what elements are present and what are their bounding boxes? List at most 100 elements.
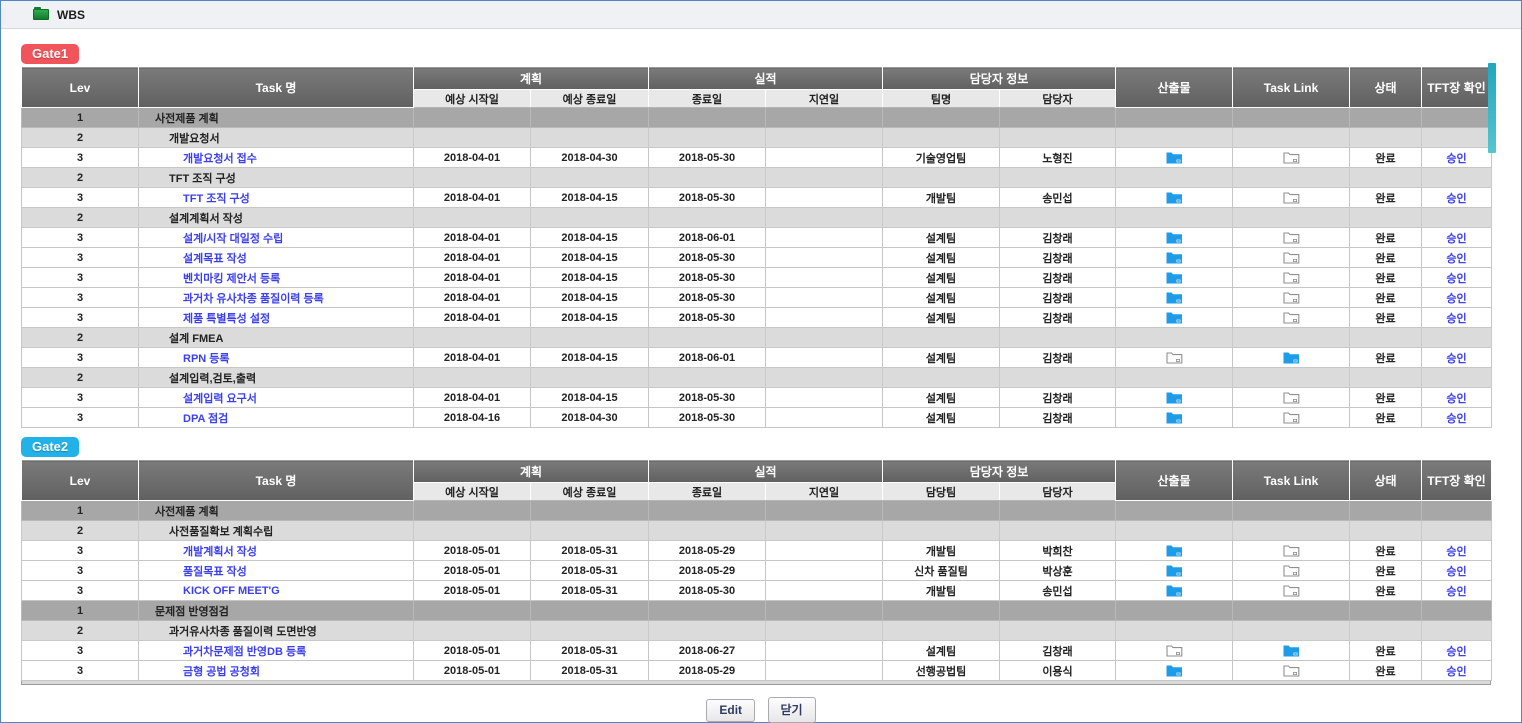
folder-gray-icon[interactable]	[1283, 664, 1300, 677]
folder-gray-icon[interactable]	[1283, 584, 1300, 597]
lev-cell: 3	[22, 348, 139, 368]
lev-cell: 3	[22, 268, 139, 288]
team-cell	[883, 168, 1000, 188]
status-cell: 완료	[1350, 228, 1422, 248]
folder-blue-icon[interactable]	[1166, 291, 1183, 304]
folder-blue-icon[interactable]	[1166, 411, 1183, 424]
approve-link[interactable]: 승인	[1446, 646, 1466, 658]
approve-link[interactable]: 승인	[1446, 273, 1466, 285]
folder-gray-icon[interactable]	[1283, 291, 1300, 304]
task-link-cell	[1233, 168, 1350, 188]
task-name-link[interactable]: 설계목표 작성	[139, 250, 247, 266]
task-name-link[interactable]: 개발요청서 접수	[139, 150, 257, 166]
person-cell: 송민섭	[1000, 188, 1116, 208]
folder-blue-icon[interactable]	[1166, 391, 1183, 404]
person-cell: 김창래	[1000, 288, 1116, 308]
output-cell	[1116, 268, 1233, 288]
task-name-link[interactable]: KICK OFF MEET'G	[139, 585, 280, 597]
lev-cell: 3	[22, 408, 139, 428]
folder-gray-icon[interactable]	[1283, 191, 1300, 204]
task-name-link[interactable]: 벤치마킹 제안서 등록	[139, 270, 280, 286]
folder-blue-icon[interactable]	[1166, 664, 1183, 677]
folder-gray-icon[interactable]	[1283, 151, 1300, 164]
folder-blue-icon[interactable]	[1166, 564, 1183, 577]
task-name-label: 과거유사차종 품질이력 도면반영	[139, 623, 317, 639]
approve-link[interactable]: 승인	[1446, 586, 1466, 598]
plan-end-cell: 2018-05-31	[531, 641, 649, 661]
task-link-cell	[1233, 521, 1350, 541]
approve-link[interactable]: 승인	[1446, 393, 1466, 405]
lev-cell: 3	[22, 641, 139, 661]
task-name-link[interactable]: 과거차문제점 반영DB 등록	[139, 643, 306, 659]
close-button[interactable]: 닫기	[768, 697, 816, 723]
approve-link[interactable]: 승인	[1446, 193, 1466, 205]
task-cell: RPN 등록	[139, 348, 414, 368]
edit-button[interactable]: Edit	[706, 699, 755, 722]
approve-link[interactable]: 승인	[1446, 546, 1466, 558]
folder-gray-icon[interactable]	[1283, 311, 1300, 324]
folder-blue-icon[interactable]	[1166, 311, 1183, 324]
plan-start-cell: 2018-04-01	[414, 308, 531, 328]
approve-link[interactable]: 승인	[1446, 293, 1466, 305]
plan-end-cell: 2018-04-30	[531, 408, 649, 428]
lev-cell: 3	[22, 661, 139, 681]
folder-blue-icon[interactable]	[1166, 231, 1183, 244]
task-name-link[interactable]: 금형 공법 공청회	[139, 663, 260, 679]
scrollbar-thumb[interactable]	[1488, 63, 1496, 153]
folder-gray-icon[interactable]	[1283, 251, 1300, 264]
folder-gray-icon[interactable]	[1283, 391, 1300, 404]
folder-gray-icon[interactable]	[1166, 644, 1183, 657]
task-name-link[interactable]: 과거차 유사차종 품질이력 등록	[139, 290, 324, 306]
folder-gray-icon[interactable]	[1283, 231, 1300, 244]
approve-link[interactable]: 승인	[1446, 253, 1466, 265]
approve-link[interactable]: 승인	[1446, 233, 1466, 245]
task-cell: 금형 공법 공청회	[139, 661, 414, 681]
task-name-link[interactable]: TFT 조직 구성	[139, 190, 250, 206]
folder-gray-icon[interactable]	[1283, 271, 1300, 284]
approve-link[interactable]: 승인	[1446, 566, 1466, 578]
status-cell	[1350, 208, 1422, 228]
actual-end-cell	[649, 108, 766, 128]
clipped-next-row	[21, 681, 1491, 685]
actual-end-cell	[649, 208, 766, 228]
folder-blue-icon[interactable]	[1166, 544, 1183, 557]
task-name-link[interactable]: 제품 특별특성 설정	[139, 310, 270, 326]
plan-end-cell: 2018-04-15	[531, 308, 649, 328]
approve-link[interactable]: 승인	[1446, 153, 1466, 165]
folder-blue-icon[interactable]	[1166, 251, 1183, 264]
task-link-cell	[1233, 661, 1350, 681]
actual-end-cell: 2018-05-30	[649, 581, 766, 601]
task-name-link[interactable]: 품질목표 작성	[139, 563, 247, 579]
folder-gray-icon[interactable]	[1283, 411, 1300, 424]
output-cell	[1116, 168, 1233, 188]
task-name-link[interactable]: 설계입력 요구서	[139, 390, 257, 406]
col-lev: Lev	[22, 461, 139, 501]
folder-blue-icon[interactable]	[1166, 271, 1183, 284]
task-name-link[interactable]: DPA 점검	[139, 410, 228, 426]
folder-gray-icon[interactable]	[1283, 564, 1300, 577]
plan-end-cell	[531, 128, 649, 148]
plan-start-cell: 2018-04-01	[414, 268, 531, 288]
approve-link[interactable]: 승인	[1446, 313, 1466, 325]
folder-blue-icon[interactable]	[1166, 584, 1183, 597]
folder-blue-icon[interactable]	[1283, 644, 1300, 657]
plan-start-cell: 2018-04-01	[414, 148, 531, 168]
folder-blue-icon[interactable]	[1166, 151, 1183, 164]
table-row: 1 문제점 반영점검	[22, 601, 1492, 621]
task-name-link[interactable]: 개발계획서 작성	[139, 543, 257, 559]
lev-cell: 3	[22, 228, 139, 248]
lev-cell: 2	[22, 328, 139, 348]
folder-blue-icon[interactable]	[1283, 351, 1300, 364]
approve-link[interactable]: 승인	[1446, 666, 1466, 678]
folder-blue-icon[interactable]	[1166, 191, 1183, 204]
task-name-link[interactable]: RPN 등록	[139, 350, 230, 366]
approve-link[interactable]: 승인	[1446, 413, 1466, 425]
table-row: 3 RPN 등록 2018-04-01 2018-04-15 2018-06-0…	[22, 348, 1492, 368]
task-name-link[interactable]: 설계/시작 대일정 수립	[139, 230, 283, 246]
table-row: 3 제품 특별특성 설정 2018-04-01 2018-04-15 2018-…	[22, 308, 1492, 328]
folder-gray-icon[interactable]	[1283, 544, 1300, 557]
approve-link[interactable]: 승인	[1446, 353, 1466, 365]
col-task-link: Task Link	[1233, 461, 1350, 501]
col-team: 팀명	[883, 90, 1000, 108]
folder-gray-icon[interactable]	[1166, 351, 1183, 364]
